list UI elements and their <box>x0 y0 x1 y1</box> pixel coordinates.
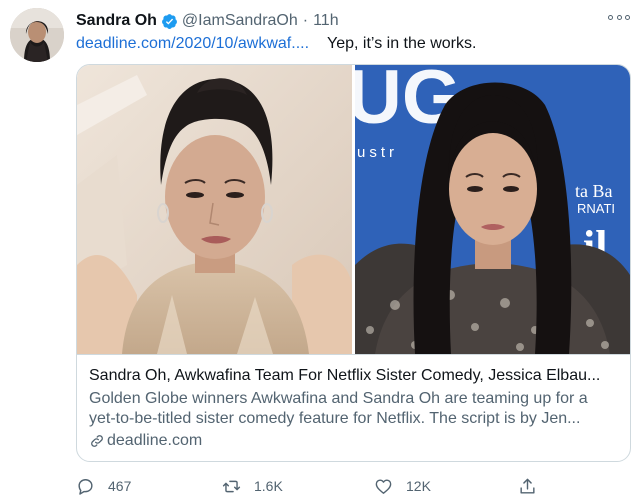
verified-badge-icon <box>161 13 178 30</box>
header-separator: · <box>302 12 309 29</box>
backdrop-small-text: ustr <box>357 144 398 161</box>
retweet-count: 1.6K <box>254 478 283 494</box>
tweet-link[interactable]: deadline.com/2020/10/awkwaf.... <box>76 35 309 52</box>
card-description-line-2: yet-to-be-titled sister comedy feature f… <box>89 410 581 427</box>
tweet[interactable]: Sandra Oh @IamSandraOh · 11h deadline.co… <box>0 0 640 504</box>
tweet-timestamp[interactable]: 11h <box>313 12 339 30</box>
like-count: 12K <box>406 478 431 494</box>
reply-icon <box>78 478 93 495</box>
backdrop-side-text-2: RNATI <box>577 201 615 216</box>
retweet-icon <box>222 480 241 492</box>
like-icon <box>375 478 392 494</box>
more-options-icon[interactable] <box>608 8 630 26</box>
tweet-header: Sandra Oh @IamSandraOh · 11h <box>76 10 339 32</box>
author-handle[interactable]: @IamSandraOh <box>182 12 298 30</box>
card-description-line-1: Golden Globe winners Awkwafina and Sandr… <box>89 390 588 407</box>
tweet-text: deadline.com/2020/10/awkwaf.... Yep, it’s… <box>76 34 476 54</box>
card-description: Golden Globe winners Awkwafina and Sandr… <box>89 389 619 429</box>
link-preview-card[interactable]: UG ustr ta Ba RNATI il Sandra Oh, Awkwaf… <box>76 64 631 462</box>
link-icon <box>91 435 103 447</box>
backdrop-side-text-1: ta Ba <box>575 181 613 201</box>
card-images: UG ustr ta Ba RNATI il <box>77 65 630 354</box>
avatar[interactable] <box>10 8 64 62</box>
card-photo-left <box>77 65 352 354</box>
retweet-button[interactable]: 1.6K <box>222 475 283 497</box>
tweet-body: Yep, it’s in the works. <box>327 35 477 52</box>
card-domain[interactable]: deadline.com <box>89 431 619 451</box>
reply-button[interactable]: 467 <box>76 475 131 497</box>
author-name[interactable]: Sandra Oh <box>76 12 157 30</box>
reply-count: 467 <box>108 478 132 494</box>
share-icon <box>520 478 535 494</box>
share-button[interactable] <box>518 475 537 497</box>
card-body: Sandra Oh, Awkwafina Team For Netflix Si… <box>89 366 619 451</box>
card-domain-text: deadline.com <box>107 432 203 449</box>
like-button[interactable]: 12K <box>374 475 431 497</box>
card-title[interactable]: Sandra Oh, Awkwafina Team For Netflix Si… <box>89 366 619 386</box>
card-photo-right: UG ustr ta Ba RNATI il <box>355 65 630 354</box>
tweet-actions: 467 1.6K 12K <box>76 475 546 497</box>
